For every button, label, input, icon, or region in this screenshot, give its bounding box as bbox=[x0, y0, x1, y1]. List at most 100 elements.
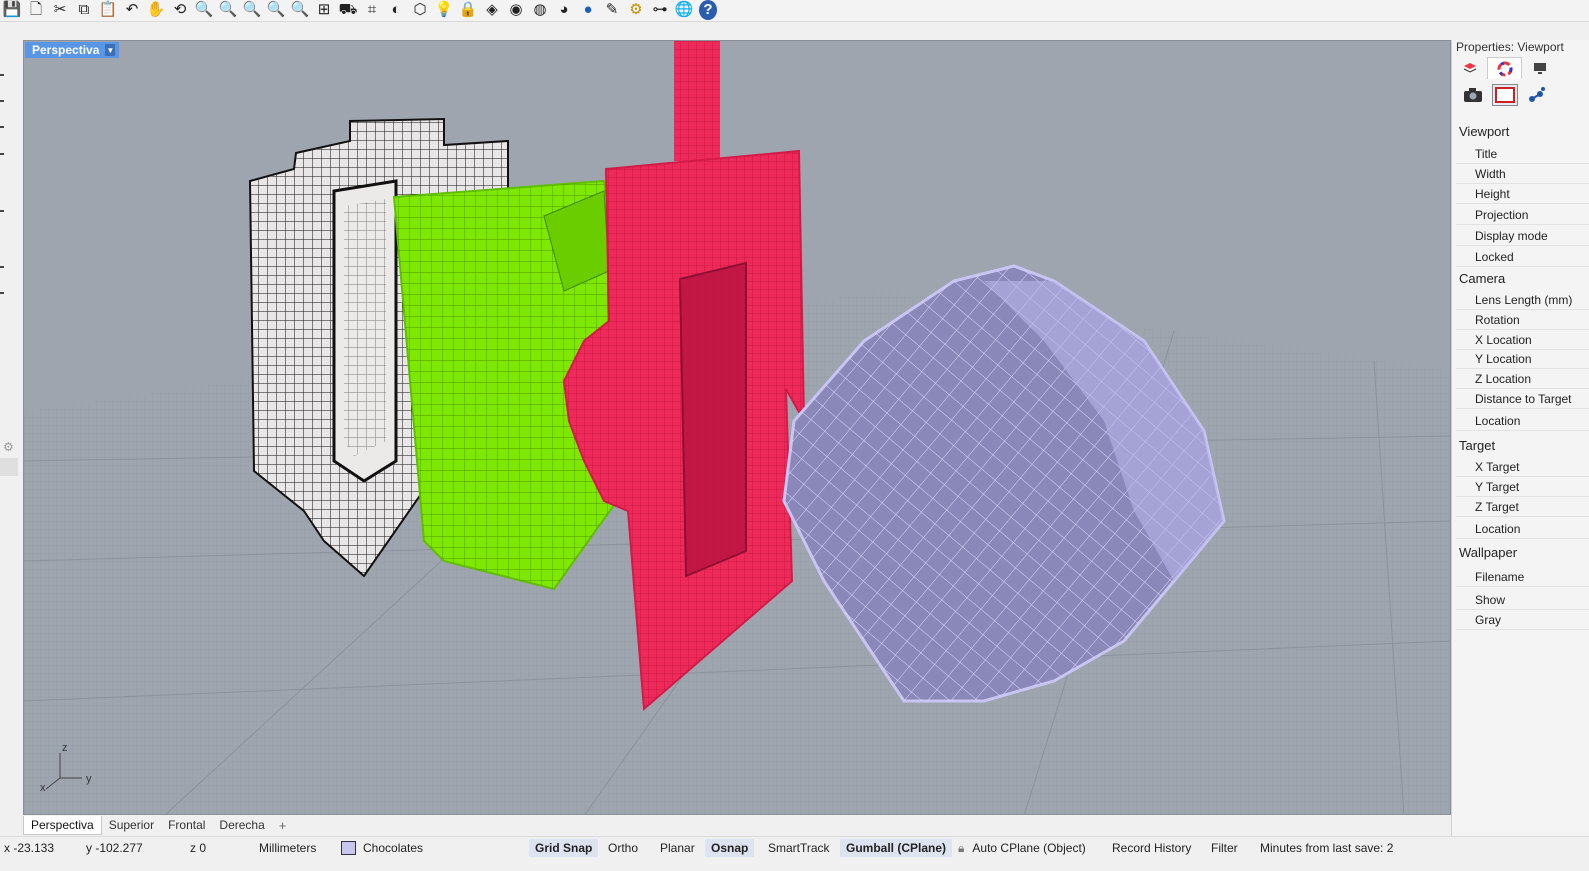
prop-row-z-location[interactable]: Z Location bbox=[1456, 369, 1589, 389]
rotate-view-icon[interactable]: ⟲ bbox=[168, 0, 192, 20]
filter-toggle[interactable]: Filter bbox=[1205, 839, 1244, 857]
cut-icon[interactable]: ✂ bbox=[48, 0, 72, 20]
viewport-tabs: Perspectiva Superior Frontal Derecha + bbox=[23, 815, 1451, 835]
axis-x-label: x bbox=[40, 782, 46, 794]
layers-tab[interactable] bbox=[1452, 57, 1487, 79]
viewport-menu-arrow-icon[interactable]: ▼ bbox=[105, 44, 116, 56]
set-view-icon[interactable]: ⌗ bbox=[360, 0, 384, 20]
prop-row-title[interactable]: Title bbox=[1456, 144, 1589, 164]
prop-row-gray[interactable]: Gray bbox=[1456, 610, 1589, 630]
zoom-extents-icon[interactable]: 🔍 bbox=[240, 0, 264, 20]
prop-row-projection[interactable]: Projection bbox=[1456, 205, 1589, 225]
coord-z: z 0 bbox=[190, 841, 207, 855]
prop-row-rotation[interactable]: Rotation bbox=[1456, 310, 1589, 330]
section-wallpaper: Wallpaper bbox=[1459, 545, 1518, 560]
prop-row-x-location[interactable]: X Location bbox=[1456, 330, 1589, 350]
help-icon[interactable]: ? bbox=[699, 0, 717, 20]
left-tool-tick[interactable] bbox=[0, 74, 4, 76]
zoom-all-icon[interactable]: 🔍 bbox=[288, 0, 312, 20]
auto-cplane-pane[interactable]: 🔒︎ Auto CPlane (Object) bbox=[958, 839, 1086, 857]
shaded-icon[interactable]: ◕ bbox=[552, 0, 576, 20]
select-icon[interactable]: ⬡ bbox=[408, 0, 432, 20]
prop-row-lens-length-mm[interactable]: Lens Length (mm) bbox=[1456, 290, 1589, 310]
four-viewports-icon[interactable]: ⊞ bbox=[312, 0, 336, 20]
settings-gear-icon[interactable]: ⚙ bbox=[3, 440, 14, 454]
save-icon[interactable]: 💾 bbox=[0, 0, 24, 20]
gumball-toggle[interactable]: Gumball (CPlane) bbox=[840, 839, 953, 857]
smarttrack-toggle[interactable]: SmartTrack bbox=[762, 839, 836, 857]
monitor-icon bbox=[1533, 63, 1546, 74]
prop-row-show[interactable]: Show bbox=[1456, 590, 1589, 610]
layer-icon[interactable]: ◈ bbox=[480, 0, 504, 20]
add-view-tab-icon[interactable]: + bbox=[272, 818, 294, 833]
camera-page-button[interactable] bbox=[1460, 84, 1486, 106]
left-tool-tick[interactable] bbox=[0, 210, 4, 212]
zoom-window-icon[interactable]: 🔍 bbox=[216, 0, 240, 20]
lock-icon[interactable]: 🔒 bbox=[456, 0, 480, 20]
left-strip-handle[interactable] bbox=[0, 458, 18, 476]
paste-icon[interactable]: 📋 bbox=[96, 0, 120, 20]
section-viewport: Viewport bbox=[1459, 124, 1510, 139]
render-icon[interactable]: ● bbox=[576, 0, 600, 20]
layers-icon bbox=[1463, 63, 1476, 73]
render-preview-icon[interactable]: ◍ bbox=[528, 0, 552, 20]
display-tab[interactable] bbox=[1522, 57, 1557, 79]
prop-row-filename[interactable]: Filename bbox=[1456, 567, 1589, 587]
viewport-scene[interactable]: z y x bbox=[24, 41, 1451, 815]
osnap-toggle[interactable]: Osnap bbox=[705, 839, 755, 857]
view-tab-derecha[interactable]: Derecha bbox=[212, 816, 271, 835]
prop-row-locked[interactable]: Locked bbox=[1456, 247, 1589, 267]
status-bar: x -23.133 y -102.277 z 0 Millimeters Cho… bbox=[0, 836, 1589, 871]
viewport-title-tab[interactable]: Perspectiva ▼ bbox=[25, 42, 120, 58]
properties-tab[interactable] bbox=[1487, 57, 1522, 79]
axis-y-label: y bbox=[86, 773, 92, 785]
prop-row-z-target[interactable]: Z Target bbox=[1456, 497, 1589, 517]
planar-toggle[interactable]: Planar bbox=[654, 839, 701, 857]
zoom-icon[interactable]: 🔍 bbox=[192, 0, 216, 20]
coord-y: y -102.277 bbox=[86, 841, 143, 855]
view-tab-superior[interactable]: Superior bbox=[102, 816, 161, 835]
left-tool-tick[interactable] bbox=[0, 100, 4, 102]
left-tool-tick[interactable] bbox=[0, 153, 4, 155]
viewport-page-button[interactable] bbox=[1492, 84, 1518, 106]
named-views-button[interactable] bbox=[1524, 84, 1550, 106]
prop-row-width[interactable]: Width bbox=[1456, 164, 1589, 184]
view-tab-perspectiva[interactable]: Perspectiva bbox=[23, 815, 102, 835]
light-icon[interactable]: 💡 bbox=[432, 0, 456, 20]
zoom-selected-icon[interactable]: 🔍 bbox=[264, 0, 288, 20]
section-camera: Camera bbox=[1459, 271, 1506, 286]
options-gear-icon[interactable]: ⚙ bbox=[624, 0, 648, 20]
join-icon[interactable]: ⊶ bbox=[648, 0, 672, 20]
prop-row-display-mode[interactable]: Display mode bbox=[1456, 226, 1589, 246]
prop-row-height[interactable]: Height bbox=[1456, 184, 1589, 204]
coord-x: x -23.133 bbox=[4, 841, 55, 855]
axis-z-label: z bbox=[62, 742, 68, 754]
prop-row-y-location[interactable]: Y Location bbox=[1456, 349, 1589, 369]
prop-row-distance-to-target[interactable]: Distance to Target bbox=[1456, 389, 1589, 409]
grid-snap-toggle[interactable]: Grid Snap bbox=[529, 839, 599, 857]
cplane-icon[interactable]: ⛟ bbox=[336, 0, 360, 20]
undo-icon[interactable]: ↶ bbox=[120, 0, 144, 20]
perspective-viewport[interactable]: z y x Perspectiva ▼ bbox=[23, 40, 1451, 815]
prop-row-location[interactable]: Location bbox=[1456, 411, 1589, 431]
copy-icon[interactable]: ⧉ bbox=[72, 0, 96, 20]
prop-row-location[interactable]: Location bbox=[1456, 519, 1589, 539]
display-mode-icon[interactable]: ◐ bbox=[384, 0, 408, 20]
layer-pane[interactable]: Chocolates bbox=[341, 839, 423, 857]
left-tool-tick[interactable] bbox=[0, 266, 4, 268]
left-tool-tick[interactable] bbox=[0, 292, 4, 294]
left-tool-tick[interactable] bbox=[0, 126, 4, 128]
record-history-toggle[interactable]: Record History bbox=[1106, 839, 1197, 857]
ortho-toggle[interactable]: Ortho bbox=[602, 839, 644, 857]
pen-icon[interactable]: ✎ bbox=[600, 0, 624, 20]
units-pane[interactable]: Millimeters bbox=[259, 839, 316, 857]
prop-row-y-target[interactable]: Y Target bbox=[1456, 477, 1589, 497]
left-toolbar-strip: ⚙ bbox=[0, 40, 18, 836]
view-tab-frontal[interactable]: Frontal bbox=[161, 816, 212, 835]
new-document-icon[interactable]: 🗋 bbox=[24, 0, 48, 20]
prop-row-x-target[interactable]: X Target bbox=[1456, 457, 1589, 477]
globe-icon[interactable]: 🌐 bbox=[672, 0, 696, 20]
main-toolbar: 💾 🗋 ✂ ⧉ 📋 ↶ ✋ ⟲ 🔍 🔍 🔍 🔍 🔍 ⊞ ⛟ ⌗ ◐ ⬡ 💡 🔒 ◈ ◉ ◍ ◕ ● ✎ ⚙ ⊶ 🌐? bbox=[0, 0, 1589, 22]
color-wheel-icon[interactable]: ◉ bbox=[504, 0, 528, 20]
pan-icon[interactable]: ✋ bbox=[144, 0, 168, 20]
